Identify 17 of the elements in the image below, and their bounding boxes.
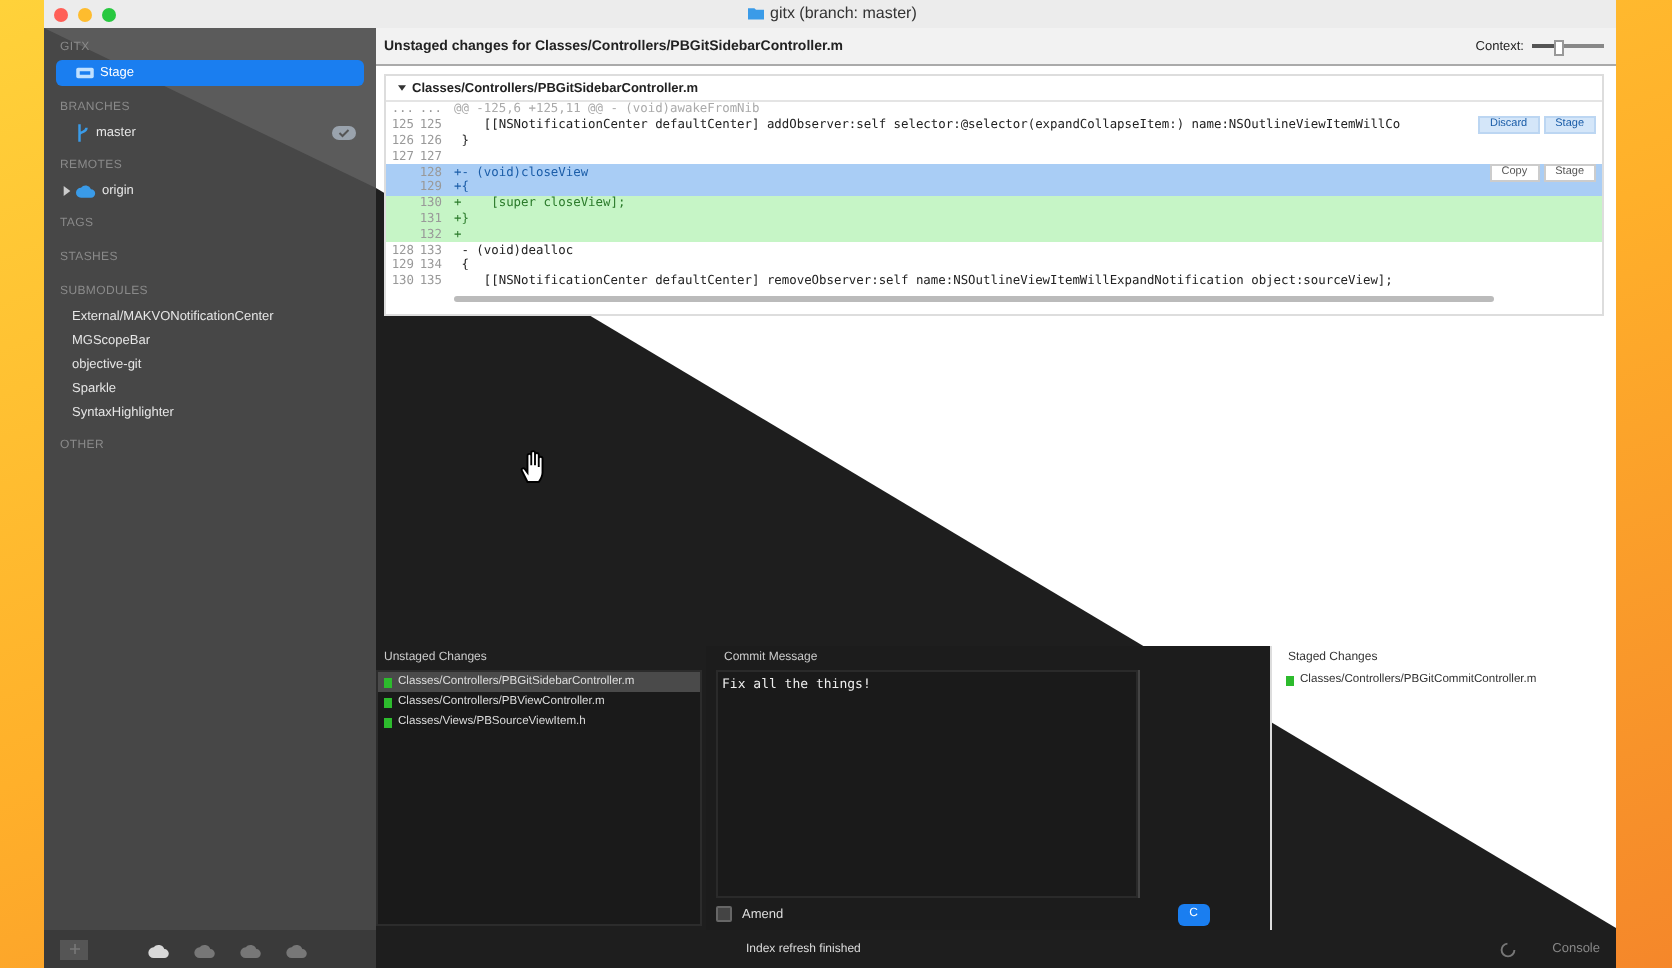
branch-icon <box>76 123 90 141</box>
disclosure-icon[interactable] <box>62 185 72 195</box>
minimize-button[interactable] <box>78 7 92 21</box>
cloud-icon <box>76 183 96 197</box>
close-button[interactable] <box>54 7 68 21</box>
folder-icon <box>748 6 764 20</box>
file-status-icon <box>1286 675 1294 685</box>
stage-icon <box>76 66 94 80</box>
amend-checkbox[interactable] <box>716 906 732 922</box>
disclosure-icon[interactable] <box>398 84 406 92</box>
spinner-icon <box>1500 941 1517 957</box>
plus-icon <box>69 944 79 954</box>
scroll-bar[interactable] <box>454 295 1494 302</box>
add-button[interactable] <box>60 939 88 959</box>
window-title: gitx (branch: master) <box>770 4 917 22</box>
cloud-icon[interactable] <box>148 941 170 957</box>
zoom-button[interactable] <box>102 7 116 21</box>
